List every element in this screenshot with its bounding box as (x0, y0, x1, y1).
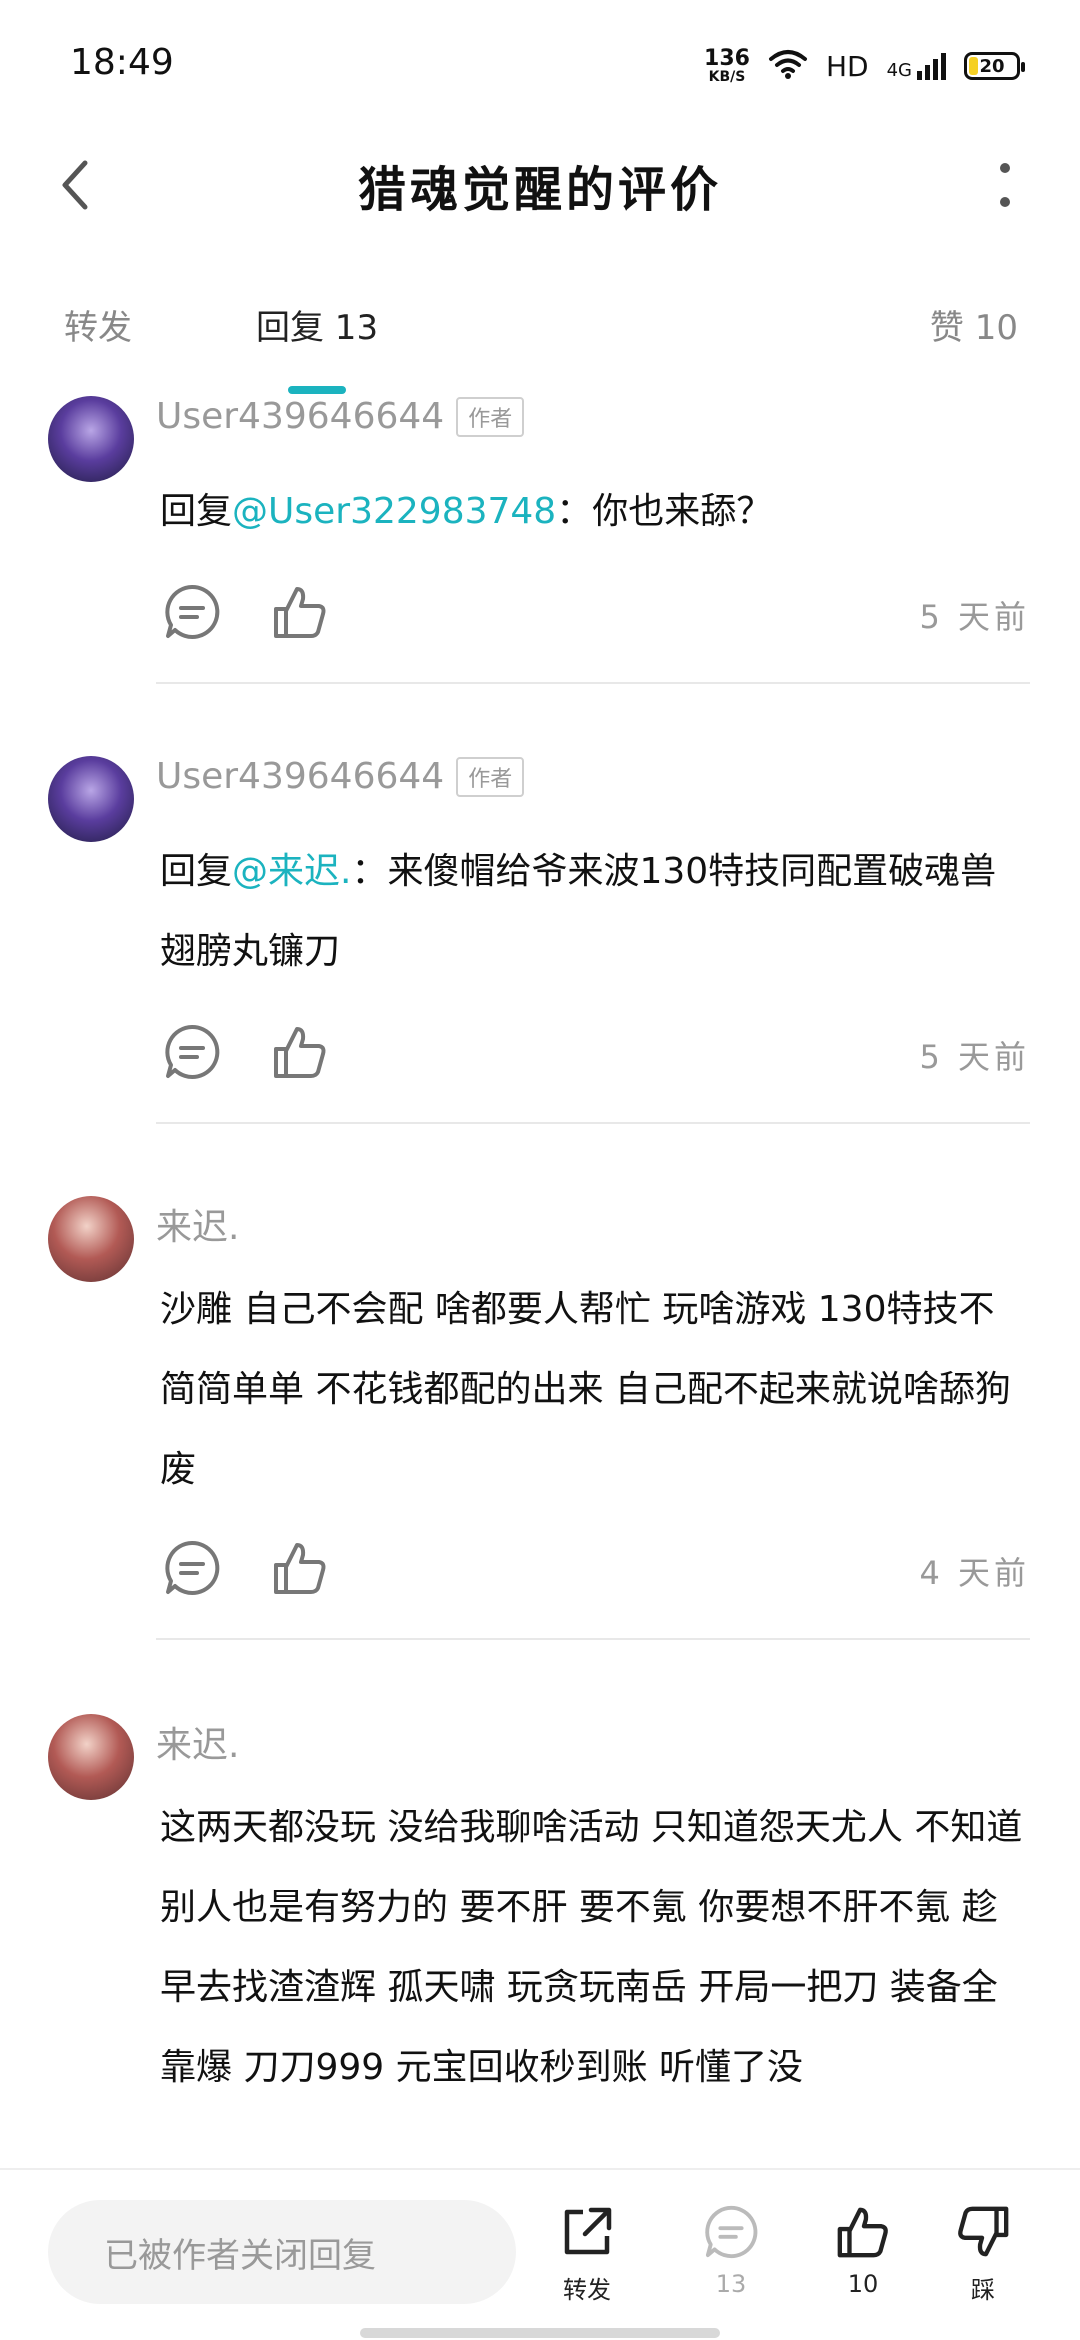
tab-forward[interactable]: 转发 (64, 300, 132, 349)
thumbs-up-icon (837, 2207, 888, 2258)
like-button[interactable] (268, 1536, 332, 1600)
thumbs-down-icon (958, 2206, 1009, 2257)
battery-level: 20 (979, 55, 1005, 77)
username-text[interactable]: 来迟. (156, 1198, 239, 1250)
avatar[interactable] (48, 756, 134, 842)
comment-bubble-icon (165, 584, 220, 639)
comment-actions: 5 天前 (160, 580, 1030, 650)
author-badge: 作者 (456, 756, 525, 797)
tab-active-indicator (288, 386, 346, 394)
page-title: 猎魂觉醒的评价 (357, 162, 722, 218)
divider (156, 1638, 1030, 1640)
username-text[interactable]: User439646644 (156, 756, 444, 797)
mention-link[interactable]: @User322983748 (232, 491, 556, 532)
avatar[interactable] (48, 1196, 134, 1282)
comment-username: 来迟. (156, 1716, 239, 1768)
wifi-icon (768, 48, 808, 84)
thumbs-up-icon (274, 1027, 326, 1078)
comment-bubble-icon (705, 2205, 758, 2259)
hd-indicator: HD (825, 49, 869, 83)
comment-time: 5 天前 (919, 598, 1030, 636)
comment-body: ：你也来舔？ (556, 491, 773, 532)
signal-bars-icon (917, 53, 946, 80)
comment-username: User439646644 作者 (156, 756, 525, 797)
username-text[interactable]: 来迟. (156, 1716, 239, 1768)
comment-bubble-icon (165, 1024, 220, 1079)
comment-bubble-icon (165, 1540, 220, 1595)
tab-bar: 转发 回复 13 赞 10 (0, 290, 1080, 400)
comment-username: User439646644 作者 (156, 396, 525, 437)
dislike-button[interactable]: 踩 (938, 2204, 1028, 2305)
comment-text: 这两天都没玩 没给我聊啥活动 只知道怨天尤人 不知道别人也是有努力的 要不肝 要… (160, 1788, 1030, 2108)
more-options-button[interactable] (970, 150, 1040, 220)
reply-prefix: 回复 (160, 491, 233, 532)
reply-button[interactable] (160, 1020, 224, 1084)
network-type: 4G (886, 60, 912, 81)
home-indicator[interactable] (360, 2328, 720, 2338)
divider (156, 1122, 1030, 1124)
thumbs-up-icon (274, 1543, 326, 1594)
cellular-signal: 4G (887, 51, 946, 81)
network-speed-value: 136 (704, 46, 750, 71)
author-badge: 作者 (456, 396, 525, 437)
status-time: 18:49 (70, 42, 174, 83)
reply-prefix: 回复 (160, 851, 233, 892)
like-count: 10 (847, 2270, 879, 2298)
comment-text: 回复@User322983748：你也来舔？ (160, 472, 1030, 552)
comment-body: 这两天都没玩 没给我聊啥活动 只知道怨天尤人 不知道别人也是有努力的 要不肝 要… (160, 1807, 1023, 2088)
reply-count: 13 (715, 2270, 747, 2298)
battery-fill (969, 57, 978, 75)
bottom-action-bar: 已被作者关闭回复 转发 13 10 踩 (0, 2168, 1080, 2340)
username-text[interactable]: User439646644 (156, 396, 444, 437)
comment-actions: 5 天前 (160, 1020, 1030, 1090)
comment-time: 4 天前 (919, 1554, 1030, 1592)
status-bar: 18:49 136 KB/S HD 4G 20 (0, 0, 1080, 130)
mention-link[interactable]: @来迟. (232, 851, 351, 892)
header: 猎魂觉醒的评价 (0, 130, 1080, 240)
avatar[interactable] (48, 1714, 134, 1800)
dislike-label: 踩 (971, 2276, 995, 2304)
forward-button[interactable]: 转发 (542, 2204, 632, 2305)
thumbs-up-icon (274, 587, 326, 638)
reply-button[interactable] (160, 580, 224, 644)
network-speed-unit: KB/S (708, 69, 746, 85)
tab-likes[interactable]: 赞 10 (930, 300, 1018, 349)
comment-text: 回复@来迟.：来傻帽给爷来波130特技同配置破魂兽翅膀丸镰刀 (160, 832, 1030, 992)
share-icon (564, 2207, 612, 2255)
forward-label: 转发 (563, 2276, 611, 2304)
comment-time: 5 天前 (919, 1038, 1030, 1076)
comment-username: 来迟. (156, 1198, 239, 1250)
more-vertical-icon (1000, 163, 1010, 207)
status-icons: 136 KB/S HD 4G 20 (704, 44, 1025, 88)
like-button[interactable] (268, 1020, 332, 1084)
reply-count-button[interactable]: 13 (686, 2204, 776, 2298)
comment-text: 沙雕 自己不会配 啥都要人帮忙 玩啥游戏 130特技不简简单单 不花钱都配的出来… (160, 1270, 1030, 1510)
like-count-button[interactable]: 10 (818, 2204, 908, 2298)
battery-icon: 20 (964, 52, 1025, 80)
comment-actions: 4 天前 (160, 1536, 1030, 1606)
like-button[interactable] (268, 580, 332, 644)
comment-body: 沙雕 自己不会配 啥都要人帮忙 玩啥游戏 130特技不简简单单 不花钱都配的出来… (160, 1289, 1011, 1490)
avatar[interactable] (48, 396, 134, 482)
reply-button[interactable] (160, 1536, 224, 1600)
network-speed: 136 KB/S (704, 46, 750, 85)
divider (156, 682, 1030, 684)
tab-reply[interactable]: 回复 13 (256, 300, 378, 349)
reply-input-disabled: 已被作者关闭回复 (48, 2200, 516, 2304)
